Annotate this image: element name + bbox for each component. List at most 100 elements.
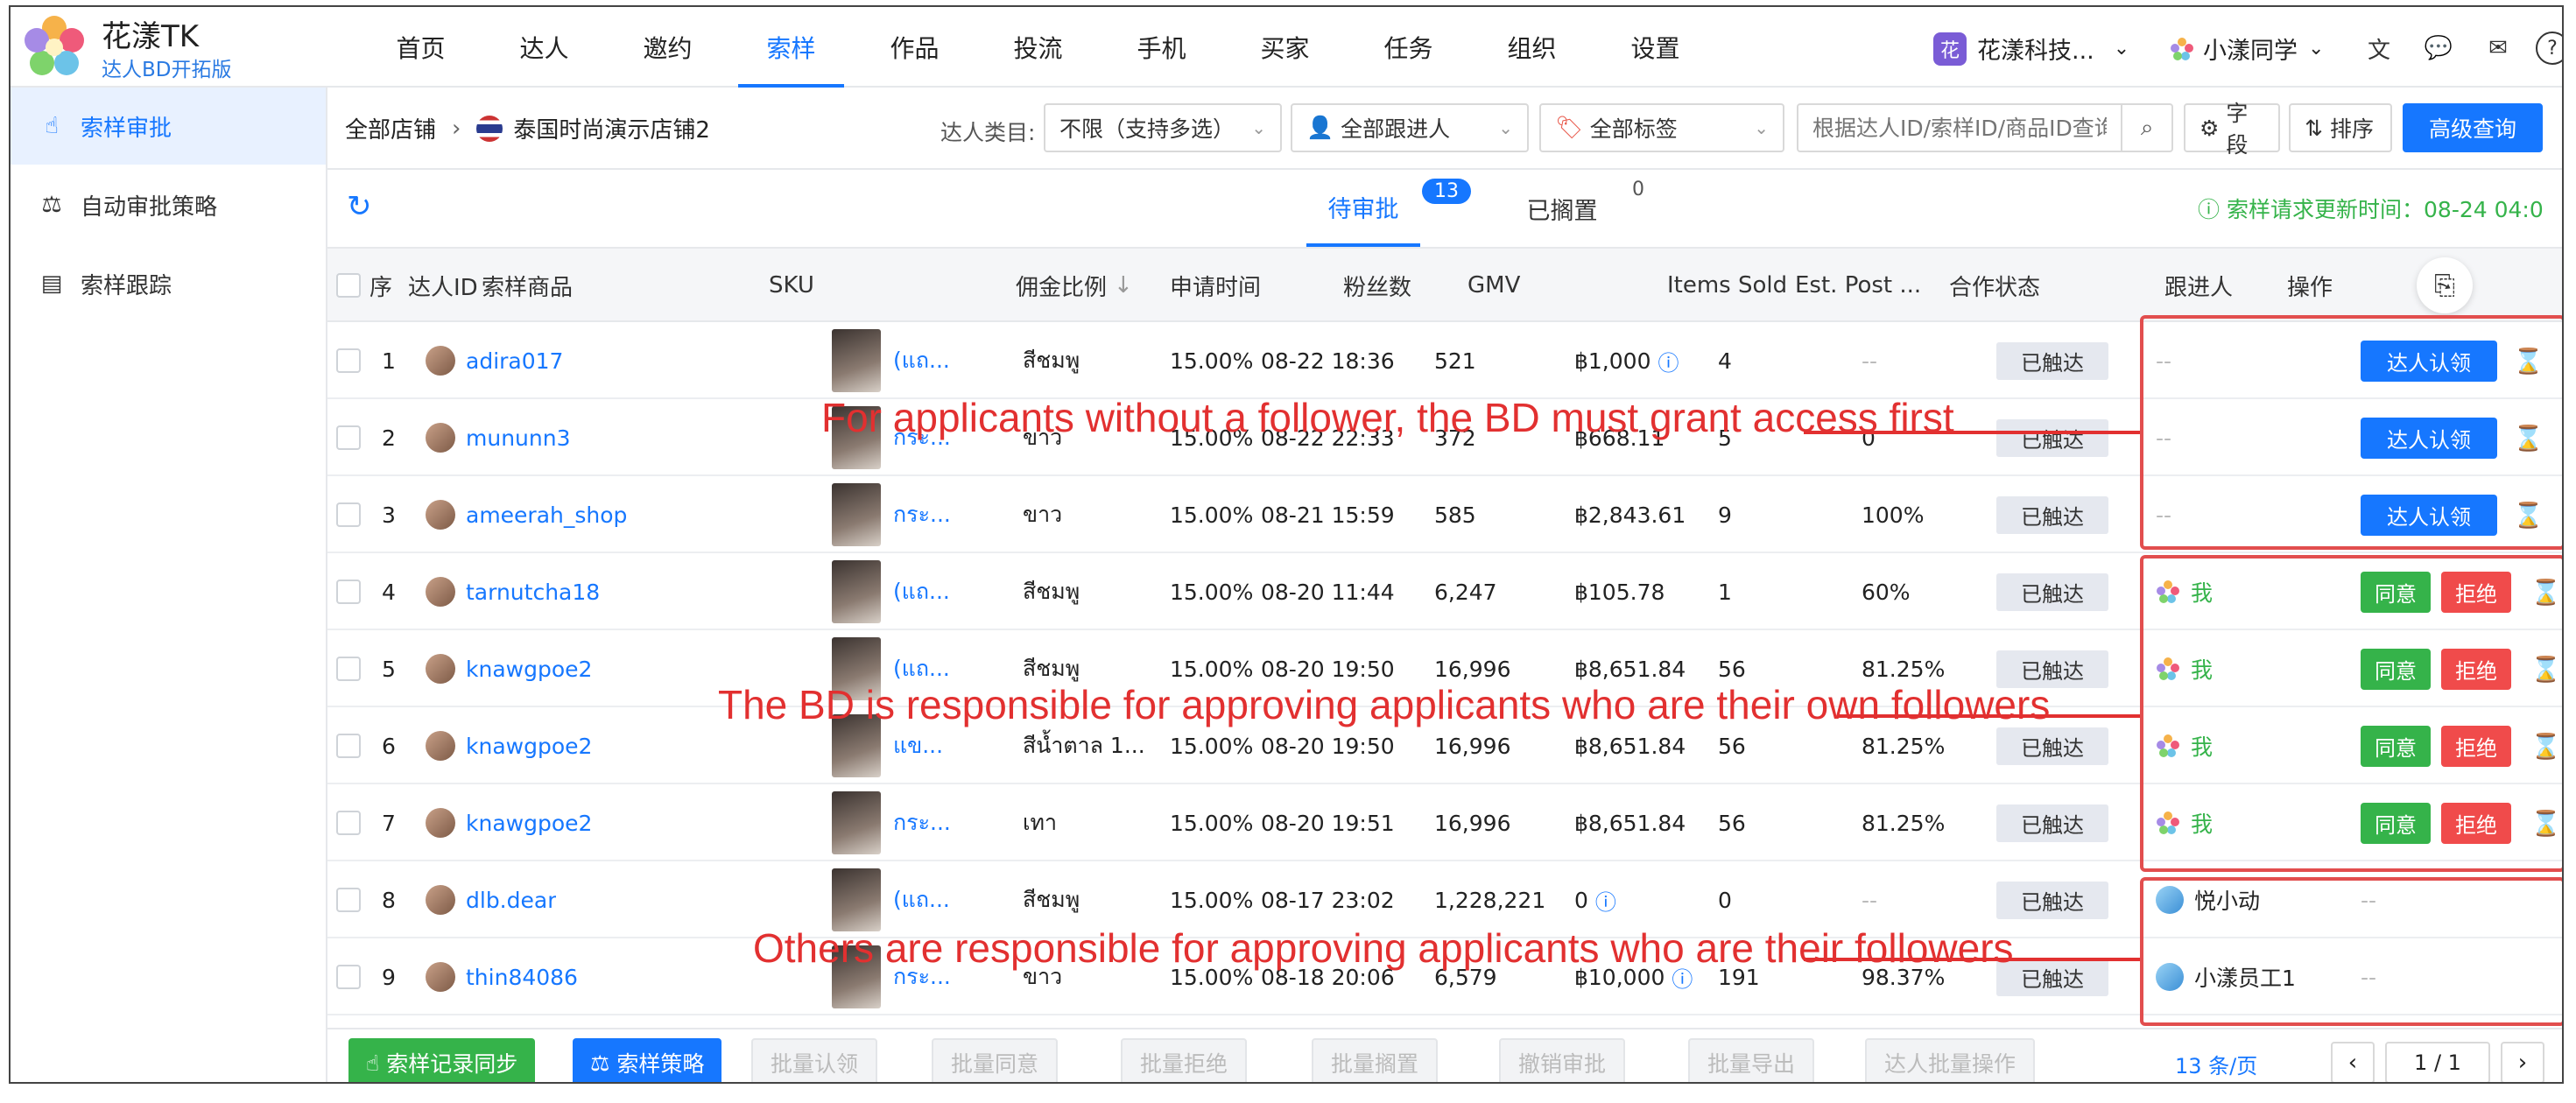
product-cell[interactable]: กระ...	[832, 784, 1007, 861]
user-menu[interactable]: 小漾同学 ⌄	[2170, 32, 2324, 66]
product-name[interactable]: กระ...	[893, 805, 951, 840]
info-icon[interactable]: ⓘ	[1658, 346, 1679, 376]
creator-cell[interactable]: dlb.dear	[426, 861, 556, 938]
creator-id[interactable]: knawgpoe2	[466, 811, 592, 836]
product-name[interactable]: (แถ...	[893, 574, 950, 609]
creator-cell[interactable]: knawgpoe2	[426, 630, 592, 707]
batch-reject-button[interactable]: 批量拒绝	[1121, 1038, 1248, 1082]
batch-approve-button[interactable]: 批量同意	[932, 1038, 1059, 1082]
breadcrumb-all-shops[interactable]: 全部店铺	[345, 112, 436, 144]
translate-icon[interactable]: 文	[2362, 32, 2396, 65]
fields-button[interactable]: ⚙ 字段	[2184, 101, 2280, 158]
creator-id[interactable]: knawgpoe2	[466, 657, 592, 682]
tab-shelved[interactable]: 已搁置	[1510, 170, 1615, 247]
nav-item[interactable]: 邀约	[606, 7, 729, 88]
column-header-label: 申请时间	[1170, 274, 1262, 301]
creator-cell[interactable]: tarnutcha18	[426, 553, 600, 630]
product-name[interactable]: กระ...	[893, 497, 951, 532]
prev-page-icon[interactable]: ‹	[2331, 1042, 2375, 1082]
next-page-icon[interactable]: ›	[2501, 1042, 2544, 1082]
enterprise-switcher[interactable]: 花 花漾科技... ⌄	[1933, 32, 2129, 66]
search-icon[interactable]: ⌕	[2121, 105, 2171, 151]
batch-export-button[interactable]: 批量导出	[1688, 1038, 1815, 1082]
creator-id[interactable]: ameerah_shop	[466, 502, 627, 528]
commission: 15.00%	[1170, 579, 1254, 605]
row-checkbox[interactable]	[336, 861, 361, 938]
nav-item[interactable]: 索样	[729, 7, 853, 88]
follower-select[interactable]: 👤 全部跟进人 ⌄	[1291, 103, 1529, 152]
creator-id[interactable]: knawgpoe2	[466, 734, 592, 759]
product-cell[interactable]: กระ...	[832, 476, 1007, 553]
select-all-checkbox[interactable]	[336, 249, 361, 322]
row-checkbox[interactable]	[336, 476, 361, 553]
nav-item[interactable]: 手机	[1100, 7, 1223, 88]
sidebar-item[interactable]: ▤ 索样跟踪	[11, 245, 326, 322]
row-checkbox[interactable]	[336, 938, 361, 1015]
brand-subtitle: 达人BD开拓版	[102, 59, 232, 81]
nav-item[interactable]: 达人	[482, 7, 606, 88]
batch-claim-button[interactable]: 批量认领	[751, 1038, 878, 1082]
page-size[interactable]: 13 条/页	[2175, 1049, 2257, 1079]
row-checkbox[interactable]	[336, 784, 361, 861]
apply-time: 08-22 18:36	[1261, 348, 1395, 374]
product-name[interactable]: (แถ...	[893, 343, 950, 378]
tag-select[interactable]: 🏷 全部标签 ⌄	[1539, 103, 1784, 152]
help-icon[interactable]: ?	[2536, 32, 2562, 65]
sort-button[interactable]: ⇅ 排序	[2289, 103, 2392, 152]
row-checkbox[interactable]	[336, 707, 361, 784]
status-cell: 已触达	[1996, 553, 2108, 630]
enterprise-name: 花漾科技...	[1977, 38, 2094, 65]
creator-cell[interactable]: mununn3	[426, 399, 570, 476]
nav-item[interactable]: 投流	[976, 7, 1100, 88]
mail-icon[interactable]: ✉	[2481, 32, 2515, 65]
creator-id[interactable]: mununn3	[466, 425, 570, 451]
creator-id[interactable]: tarnutcha18	[466, 580, 600, 605]
inbox-icon[interactable]: ⎘	[2417, 249, 2473, 322]
column-header: 序	[370, 249, 392, 322]
sidebar-item[interactable]: ⚖ 自动审批策略	[11, 166, 326, 243]
info-icon[interactable]: ⓘ	[1595, 885, 1616, 916]
chat-icon[interactable]: 💬	[2422, 32, 2455, 65]
avatar	[426, 577, 455, 607]
nav-item[interactable]: 组织	[1470, 7, 1594, 88]
batch-export-label: 批量导出	[1707, 1051, 1796, 1077]
product-name[interactable]: แข...	[893, 728, 943, 763]
creator-cell[interactable]: knawgpoe2	[426, 707, 592, 784]
product-cell[interactable]: (แถ...	[832, 553, 1007, 630]
row-index: 7	[382, 810, 396, 836]
product-cell[interactable]: (แถ...	[832, 322, 1007, 399]
creator-cell[interactable]: adira017	[426, 322, 563, 399]
est-post: 81.25%	[1862, 810, 1946, 836]
category-select-value: 不限（支持多选）	[1059, 116, 1235, 142]
nav-item[interactable]: 作品	[853, 7, 976, 88]
row-checkbox[interactable]	[336, 630, 361, 707]
row-checkbox[interactable]	[336, 553, 361, 630]
revoke-button[interactable]: 撤销审批	[1499, 1038, 1626, 1082]
advanced-search-button[interactable]: 高级查询	[2403, 103, 2543, 152]
nav-item[interactable]: 任务	[1347, 7, 1470, 88]
nav-item[interactable]: 设置	[1594, 7, 1717, 88]
product-name[interactable]: (แถ...	[893, 882, 950, 917]
gmv-cell: ฿2,843.61	[1574, 476, 1686, 553]
category-select[interactable]: 不限（支持多选） ⌄	[1044, 103, 1282, 152]
creator-id[interactable]: adira017	[466, 348, 563, 374]
creator-cell[interactable]: ameerah_shop	[426, 476, 627, 553]
batch-shelve-button[interactable]: 批量搁置	[1312, 1038, 1439, 1082]
creator-cell[interactable]: knawgpoe2	[426, 784, 592, 861]
row-checkbox[interactable]	[336, 322, 361, 399]
creator-id[interactable]: dlb.dear	[466, 888, 556, 913]
batch-op-button[interactable]: 达人批量操作	[1865, 1038, 2036, 1082]
row-checkbox[interactable]	[336, 399, 361, 476]
creator-id[interactable]: thin84086	[466, 965, 578, 990]
strategy-button[interactable]: ⚖ 索样策略	[573, 1038, 722, 1082]
nav-item[interactable]: 买家	[1223, 7, 1347, 88]
search-input[interactable]	[1798, 105, 2122, 151]
nav-item[interactable]: 首页	[359, 7, 482, 88]
refresh-icon[interactable]: ↻	[347, 189, 372, 224]
sync-records-button[interactable]: ☝ 索样记录同步	[348, 1038, 536, 1082]
creator-cell[interactable]: thin84086	[426, 938, 578, 1015]
column-header[interactable]: 佣金比例 ↓	[1016, 249, 1133, 322]
tab-pending[interactable]: 待审批	[1306, 170, 1420, 247]
sidebar-item[interactable]: ☝ 索样审批	[11, 88, 326, 165]
breadcrumb-shop-name[interactable]: 泰国时尚演示店铺2	[513, 112, 710, 144]
